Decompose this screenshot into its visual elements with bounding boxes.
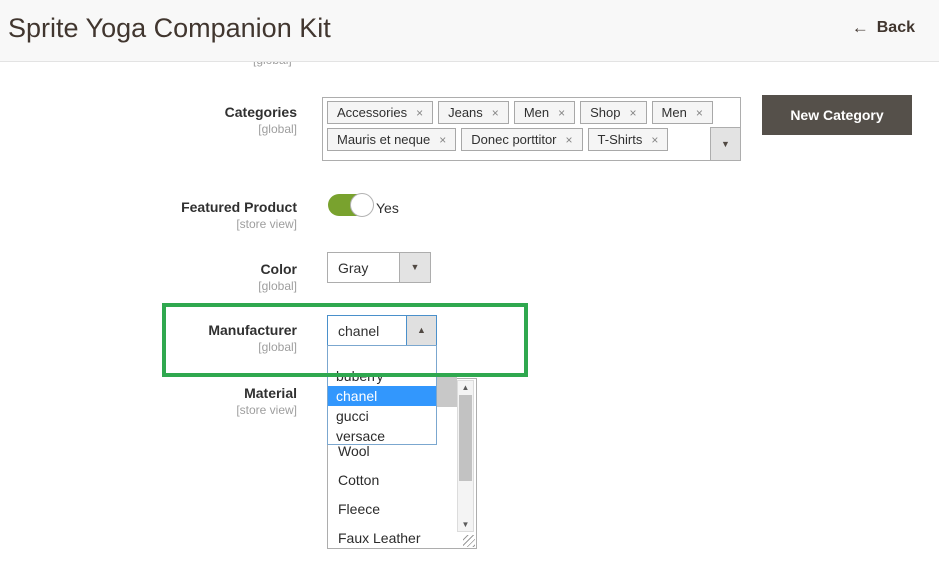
category-tag[interactable]: Men × xyxy=(514,101,575,124)
scrollbar-thumb[interactable] xyxy=(459,395,472,481)
dropdown-option[interactable]: gucci xyxy=(328,406,436,426)
scroll-down-icon[interactable]: ▼ xyxy=(458,520,473,529)
remove-tag-icon[interactable]: × xyxy=(558,106,565,120)
featured-product-scope: [store view] xyxy=(0,217,297,231)
category-tag-label: Mauris et neque xyxy=(337,132,430,147)
material-scope: [store view] xyxy=(0,403,297,417)
remove-tag-icon[interactable]: × xyxy=(651,133,658,147)
category-tag[interactable]: Jeans × xyxy=(438,101,509,124)
category-tag[interactable]: Donec porttitor × xyxy=(461,128,582,151)
category-tag[interactable]: Accessories × xyxy=(327,101,433,124)
material-option[interactable]: Faux Leather xyxy=(338,530,421,546)
remove-tag-icon[interactable]: × xyxy=(439,133,446,147)
manufacturer-select[interactable]: chanel ▲ xyxy=(327,315,437,346)
remove-tag-icon[interactable]: × xyxy=(416,106,423,120)
remove-tag-icon[interactable]: × xyxy=(696,106,703,120)
categories-tag-row: Accessories × Jeans × Men × Shop × Men × xyxy=(327,101,736,124)
category-tag[interactable]: Men × xyxy=(652,101,713,124)
category-tag[interactable]: T-Shirts × xyxy=(588,128,669,151)
category-tag-label: T-Shirts xyxy=(598,132,643,147)
material-option[interactable]: Cotton xyxy=(338,472,379,488)
toggle-knob xyxy=(350,193,374,217)
dropdown-option[interactable]: buberry xyxy=(328,366,436,386)
resize-grip[interactable] xyxy=(463,535,475,547)
featured-product-toggle[interactable] xyxy=(328,194,373,216)
categories-field[interactable]: Accessories × Jeans × Men × Shop × Men × xyxy=(322,97,741,161)
category-tag-label: Men xyxy=(524,105,549,120)
back-button[interactable]: ← Back xyxy=(852,18,915,38)
chevron-up-icon: ▲ xyxy=(417,326,426,335)
categories-scope: [global] xyxy=(0,122,297,136)
color-label: Color xyxy=(0,261,297,277)
featured-product-value: Yes xyxy=(376,200,399,216)
material-scrollbar[interactable]: ▲ ▼ xyxy=(457,380,474,532)
remove-tag-icon[interactable]: × xyxy=(630,106,637,120)
manufacturer-select-arrow[interactable]: ▲ xyxy=(406,316,436,345)
categories-tag-row: Mauris et neque × Donec porttitor × T-Sh… xyxy=(327,128,736,151)
color-select-value: Gray xyxy=(338,260,368,276)
manufacturer-label: Manufacturer xyxy=(0,322,297,338)
category-tag-label: Shop xyxy=(590,105,620,120)
color-select-arrow[interactable]: ▼ xyxy=(399,253,430,282)
manufacturer-select-value: chanel xyxy=(338,323,379,339)
color-select[interactable]: Gray ▼ xyxy=(327,252,431,283)
dropdown-option-empty[interactable] xyxy=(328,346,436,366)
categories-label: Categories xyxy=(0,104,297,120)
manufacturer-scope: [global] xyxy=(0,340,297,354)
chevron-down-icon: ▼ xyxy=(721,140,730,149)
manufacturer-dropdown-list: buberry chanel gucci versace xyxy=(327,345,437,445)
back-button-label: Back xyxy=(877,19,915,37)
remove-tag-icon[interactable]: × xyxy=(566,133,573,147)
category-tag-label: Men xyxy=(662,105,687,120)
scroll-up-icon[interactable]: ▲ xyxy=(458,383,473,392)
material-option[interactable]: Fleece xyxy=(338,501,380,517)
dropdown-option-selected[interactable]: chanel xyxy=(328,386,436,406)
product-edit-page: [global] Sprite Yoga Companion Kit ← Bac… xyxy=(0,0,939,577)
category-tag-label: Accessories xyxy=(337,105,407,120)
material-label: Material xyxy=(0,385,297,401)
dropdown-scrollbar-thumb[interactable] xyxy=(437,377,457,407)
page-title: Sprite Yoga Companion Kit xyxy=(8,13,331,44)
page-header: Sprite Yoga Companion Kit ← Back xyxy=(0,0,939,62)
new-category-button[interactable]: New Category xyxy=(762,95,912,135)
color-scope: [global] xyxy=(0,279,297,293)
category-tag[interactable]: Shop × xyxy=(580,101,646,124)
dropdown-option[interactable]: versace xyxy=(328,426,436,446)
category-tag[interactable]: Mauris et neque × xyxy=(327,128,456,151)
category-tag-label: Donec porttitor xyxy=(471,132,556,147)
featured-product-label: Featured Product xyxy=(0,199,297,215)
category-tag-label: Jeans xyxy=(448,105,483,120)
back-arrow-icon: ← xyxy=(852,18,869,38)
remove-tag-icon[interactable]: × xyxy=(492,106,499,120)
categories-dropdown-toggle[interactable]: ▼ xyxy=(710,127,741,161)
chevron-down-icon: ▼ xyxy=(411,263,420,272)
